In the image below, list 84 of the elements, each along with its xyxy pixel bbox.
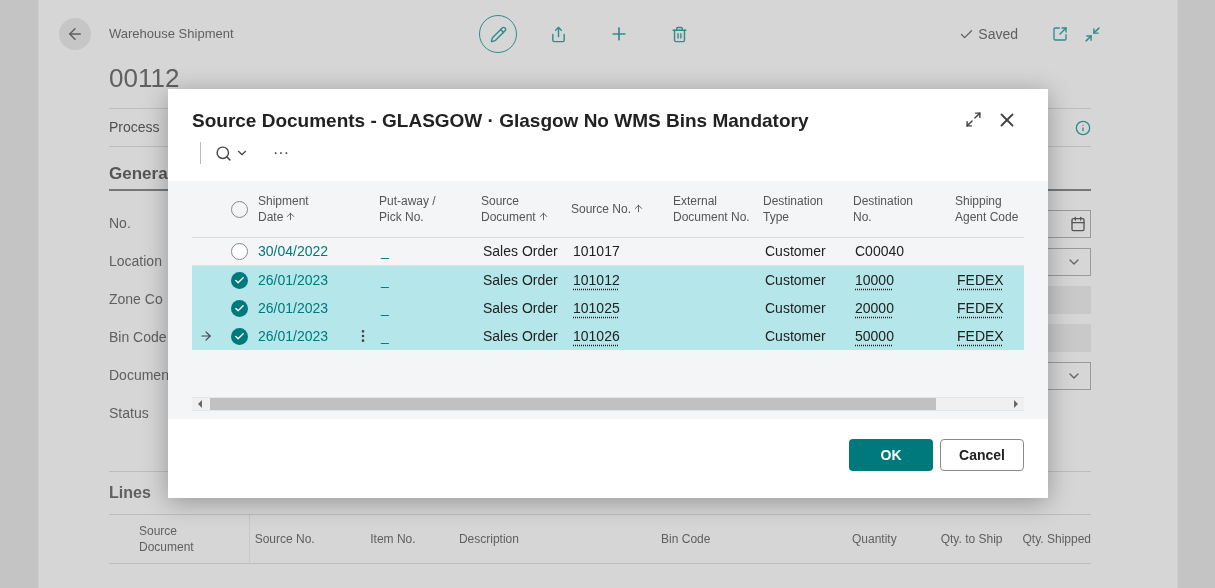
table-cell-text: 101017	[572, 242, 621, 261]
collapse-icon[interactable]	[1084, 25, 1101, 43]
column-header: Qty. to Ship	[939, 530, 1003, 548]
table-cell-text: 20000	[854, 298, 895, 318]
table-cell-text: 50000	[854, 326, 895, 346]
table-cell-text: 101026	[572, 326, 621, 346]
row-checkbox[interactable]	[231, 243, 248, 260]
row-checkbox[interactable]	[231, 299, 248, 317]
back-button[interactable]	[59, 18, 91, 50]
date-link[interactable]: 30/04/2022	[258, 241, 346, 262]
ok-button[interactable]: OK	[849, 439, 933, 471]
action-tab[interactable]: Process	[109, 117, 160, 138]
record-number: 00112	[109, 68, 181, 95]
sort-arrow-icon	[537, 211, 549, 222]
delete-icon[interactable]	[671, 25, 688, 43]
table-cell-text: C00040	[854, 242, 906, 261]
column-header: Quantity	[851, 530, 897, 548]
column-header[interactable]: Put-away / Pick No.	[379, 193, 459, 225]
row-checkbox[interactable]	[231, 327, 248, 345]
scroll-right-icon[interactable]	[1014, 400, 1018, 408]
table-cell-text: Customer	[764, 242, 827, 261]
dialog-title: Source Documents - GLASGOW · Glasgow No WMS Bins Mandatory	[192, 109, 809, 133]
field-label: Bin Code	[109, 328, 167, 347]
table-row[interactable]: 26/01/2023 _ Sales Order 101012 Customer 10000 FEDEX	[192, 266, 1024, 294]
share-icon[interactable]	[550, 25, 567, 43]
breadcrumb: Warehouse Shipment	[109, 25, 235, 44]
table-cell-text: FEDEX	[956, 326, 1005, 346]
field-label: Location	[109, 252, 162, 271]
saved-status: Saved	[978, 24, 1018, 44]
table-cell-text: Sales Order	[482, 270, 559, 290]
check-icon	[234, 274, 245, 286]
info-icon[interactable]	[1075, 119, 1091, 136]
column-header[interactable]: External Document No.	[673, 193, 753, 225]
table-cell-text: Sales Order	[482, 242, 559, 261]
pick-link[interactable]: _	[379, 241, 481, 262]
column-header: Source Document	[139, 522, 195, 555]
field-label: Documen	[109, 366, 169, 385]
expand-icon[interactable]	[965, 111, 982, 128]
table-cell-text: FEDEX	[956, 298, 1005, 318]
scroll-left-icon[interactable]	[198, 400, 202, 408]
column-header: Item No.	[369, 530, 417, 548]
check-icon	[234, 302, 245, 314]
field-label: No.	[109, 214, 131, 233]
table-cell-text: Customer	[764, 298, 827, 318]
column-header: Bin Code	[660, 530, 712, 548]
table-cell-text: 101012	[572, 270, 621, 290]
row-checkbox[interactable]	[231, 271, 248, 289]
check-icon	[234, 330, 245, 342]
search-icon[interactable]	[215, 144, 232, 162]
table-cell-text: Sales Order	[482, 298, 559, 318]
calendar-icon	[1070, 215, 1086, 232]
lines-title: Lines	[109, 482, 151, 503]
open-new-window-icon[interactable]	[1052, 26, 1068, 42]
table-cell-text: FEDEX	[956, 270, 1005, 290]
table-cell-text: Sales Order	[482, 326, 559, 346]
column-header[interactable]: Source Document	[481, 193, 561, 225]
field-label: Zone Co	[109, 290, 163, 309]
column-header[interactable]: Source No.	[571, 201, 651, 217]
more-options[interactable]: ···	[273, 141, 289, 165]
column-header: Description	[457, 530, 520, 548]
date-link[interactable]: 26/01/2023	[258, 269, 346, 291]
table-row[interactable]: 26/01/2023 _ Sales Order 101025 Customer 20000 FEDEX	[192, 294, 1024, 322]
column-header[interactable]: Shipment Date	[258, 193, 328, 225]
column-header[interactable]: Destination Type	[763, 193, 843, 225]
table-cell-text: Customer	[764, 270, 827, 290]
pick-link[interactable]: _	[379, 325, 481, 347]
column-header[interactable]: Destination No.	[853, 193, 933, 225]
pick-link[interactable]: _	[379, 269, 481, 291]
sort-arrow-icon	[633, 203, 645, 214]
pencil-icon	[489, 25, 507, 43]
table-cell-text: Customer	[764, 326, 827, 346]
table-row[interactable]: 26/01/2023 _ Sales Order 101026 Customer 50000 FEDEX	[192, 322, 1024, 350]
column-header: Qty. Shipped	[1021, 530, 1091, 548]
date-link[interactable]: 26/01/2023	[258, 297, 346, 319]
pick-link[interactable]: _	[379, 297, 481, 319]
sort-arrow-icon	[285, 211, 297, 222]
field-label: Status	[109, 404, 149, 423]
cancel-button[interactable]: Cancel	[940, 439, 1024, 471]
table-cell-text: 101025	[572, 298, 621, 318]
table-cell-text: 10000	[854, 270, 895, 290]
date-link[interactable]: 26/01/2023	[258, 325, 346, 347]
column-header[interactable]: Shipping Agent Code	[955, 193, 1035, 225]
horizontal-scrollbar[interactable]	[210, 398, 936, 410]
column-header: Source No.	[253, 530, 316, 548]
